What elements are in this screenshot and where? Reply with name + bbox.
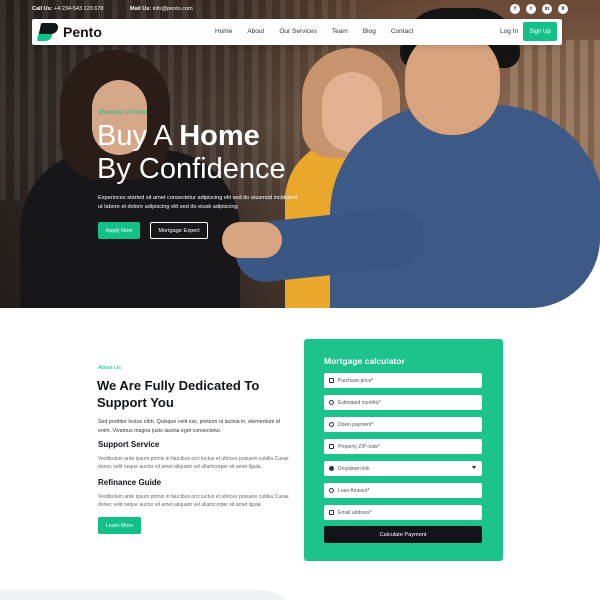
nav-item-blog[interactable]: Blog	[363, 28, 376, 35]
logo-icon	[36, 23, 60, 41]
dropdown-select[interactable]: Dropdown link	[324, 461, 482, 476]
learn-more-button[interactable]: Learn More	[98, 517, 141, 534]
hero-title-prefix: Buy A	[97, 120, 180, 152]
nav-item-home[interactable]: Home	[215, 28, 232, 35]
nav-item-contact[interactable]: Contact	[391, 28, 413, 35]
chevron-down-icon	[472, 466, 476, 469]
location-icon	[329, 444, 334, 449]
nav-item-team[interactable]: Team	[332, 28, 348, 35]
estimated-monthly-placeholder: Estimated monthly*	[338, 399, 382, 406]
property-zip-field[interactable]: Property ZIP code*	[324, 439, 482, 454]
calculate-payment-button[interactable]: Calculate Payment	[324, 526, 482, 543]
purchase-price-placeholder: Purchase price*	[338, 377, 374, 384]
logo[interactable]: Pento	[36, 23, 102, 41]
hero-photo-person-right	[330, 105, 600, 308]
social-links: f t in li	[510, 4, 568, 14]
about-description: Sed porttitor lectus nibh. Quisque velit…	[98, 419, 280, 434]
hero-banner	[0, 0, 600, 308]
mail-value[interactable]: info@pento.com	[153, 6, 193, 12]
hero-photo-person-right-face	[405, 30, 500, 135]
email-address-field[interactable]: Email address*	[324, 505, 482, 520]
mail-info: Mail Us: info@pento.com	[130, 6, 193, 12]
about-eyebrow: About Us	[98, 365, 122, 371]
mail-label: Mail Us:	[130, 6, 152, 12]
facebook-icon[interactable]: f	[510, 4, 520, 14]
hero-title-bold: Home	[179, 120, 260, 152]
dropdown-label: Dropdown link	[338, 465, 370, 472]
mortgage-expert-button[interactable]: Mortgage Expert	[150, 222, 208, 239]
apply-now-button[interactable]: Apply Now	[98, 222, 140, 239]
refinance-guide-title: Refinance Guide	[98, 478, 162, 487]
nav-item-about[interactable]: About	[247, 28, 264, 35]
support-service-text: Vestibulum ante ipsum primis in faucibus…	[98, 456, 289, 471]
down-payment-icon	[329, 422, 334, 427]
property-zip-placeholder: Property ZIP code*	[338, 443, 381, 450]
main-navbar: Pento Home About Our Services Team Blog …	[32, 19, 562, 45]
footer-curve-shape	[0, 590, 300, 600]
about-title: We Are Fully Dedicated To Support You	[97, 378, 260, 410]
call-value[interactable]: +4 234-543 123 678	[54, 6, 103, 12]
hero-description: Experinces started sit amet consectetur …	[98, 195, 298, 210]
logo-text: Pento	[63, 24, 102, 40]
hero-photo-handshake	[222, 222, 282, 258]
nav-item-services[interactable]: Our Services	[279, 28, 317, 35]
call-label: Call Us:	[32, 6, 53, 12]
twitter-icon[interactable]: t	[526, 4, 536, 14]
home-icon	[329, 378, 334, 383]
support-service-title: Support Service	[98, 440, 160, 449]
dollar-icon	[329, 400, 334, 405]
check-circle-icon	[329, 466, 334, 471]
email-address-placeholder: Email address*	[338, 509, 372, 516]
signup-button[interactable]: Sign Up	[523, 22, 557, 41]
loan-amount-placeholder: Loan Amount*	[338, 487, 370, 494]
nav-menu: Home About Our Services Team Blog Contac…	[215, 28, 413, 35]
hero-eyebrow: Welcome to Pento	[98, 110, 147, 116]
estimated-monthly-field[interactable]: Estimated monthly*	[324, 395, 482, 410]
instagram-icon[interactable]: in	[542, 4, 552, 14]
dollar-icon	[329, 488, 334, 493]
refinance-guide-text: Vestibulum ante ipsum primis in faucibus…	[98, 494, 289, 509]
linkedin-icon[interactable]: li	[558, 4, 568, 14]
calculator-title: Mortgage calculator	[324, 356, 405, 366]
hero-title: Buy A Home By Confidence	[97, 120, 286, 186]
loan-amount-field[interactable]: Loan Amount*	[324, 483, 482, 498]
login-link[interactable]: Log In	[500, 28, 518, 35]
hero-title-line2: By Confidence	[97, 153, 286, 185]
call-info: Call Us: +4 234-543 123 678	[32, 6, 103, 12]
top-contact-bar: Call Us: +4 234-543 123 678 Mail Us: inf…	[32, 4, 568, 16]
down-payment-placeholder: Down payment*	[338, 421, 374, 428]
mail-icon	[329, 510, 334, 515]
mortgage-calculator-card: Mortgage calculator Purchase price* Esti…	[304, 339, 503, 561]
down-payment-field[interactable]: Down payment*	[324, 417, 482, 432]
purchase-price-field[interactable]: Purchase price*	[324, 373, 482, 388]
